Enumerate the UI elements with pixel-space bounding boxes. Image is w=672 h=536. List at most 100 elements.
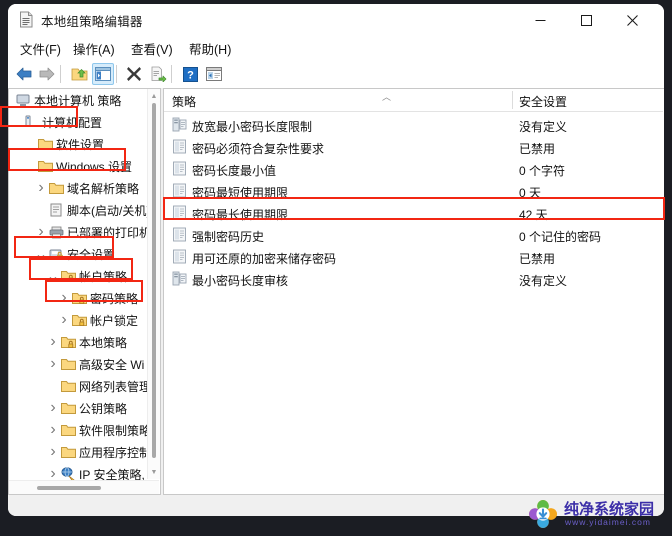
list-item[interactable]: 密码长度最小值 0 个字符 [164,158,663,180]
tree-item-label: 公钥策略 [79,401,128,416]
minimize-button[interactable] [517,4,563,36]
column-header-policy[interactable]: 策略 [172,93,196,110]
tree-twisty[interactable] [46,375,60,397]
tree-twisty[interactable]: › [57,287,71,309]
menu-file[interactable]: 文件(F) [16,39,65,57]
tree-item-deployed-printers[interactable]: › 已部署的打印机 [9,221,160,243]
list-item[interactable]: 最小密码长度审核 没有定义 [164,268,663,290]
tree-twisty[interactable] [9,111,23,133]
tree-horizontal-scrollbar[interactable] [9,480,159,494]
scroll-up-arrow[interactable]: ▲ [148,90,160,102]
policy-value: 0 天 [519,186,542,200]
tree-twisty[interactable]: › [46,353,60,375]
watermark-site-name: 纯净系统家园 [564,501,655,518]
computer-icon [23,114,39,130]
tree-item-label: 高级安全 Wi [79,357,145,372]
tree-item-account-policies[interactable]: ⌄ 帐户策略 [9,265,160,287]
policy-value: 已禁用 [519,142,556,156]
tree-twisty[interactable]: › [46,397,60,419]
close-button[interactable] [609,4,655,36]
tree-item-label: 软件限制策略 [79,423,152,438]
delete-button[interactable] [123,63,145,85]
policy-value: 已禁用 [519,252,556,266]
menu-help[interactable]: 帮助(H) [185,39,235,57]
menu-action[interactable]: 操作(A) [69,39,119,57]
tree-twisty[interactable] [9,89,15,111]
tree-twisty[interactable]: ⌄ [46,265,60,287]
tree-vertical-scrollbar[interactable]: ▲ ▼ [147,89,160,479]
policy-name: 密码最短使用期限 [192,186,289,200]
policy-tree[interactable]: 本地计算机 策略 计算机配置 软件设置 Windows 设置 › 域名解析策略 … [9,89,160,494]
tree-item-scripts[interactable]: 脚本(启动/关机) [9,199,160,221]
list-item[interactable]: 密码最短使用期限 0 天 [164,180,663,202]
tree-twisty[interactable]: › [34,221,48,243]
tree-item-software-settings[interactable]: 软件设置 [9,133,160,155]
tree-item-root[interactable]: 本地计算机 策略 [9,89,160,111]
folder-icon [37,136,53,152]
tree-item-label: 密码策略 [90,291,139,306]
tree-twisty[interactable]: › [57,309,71,331]
tree-item-advanced-security-firewall[interactable]: › 高级安全 Wi [9,353,160,375]
policy-value: 没有定义 [519,274,568,288]
tree-item-label: 计算机配置 [42,115,103,130]
tree-twisty[interactable]: › [46,441,60,463]
tree-twisty[interactable]: ⌄ [34,243,48,265]
tree-item-password-policy[interactable]: › 密码策略 [9,287,160,309]
tree-item-name-resolution-policy[interactable]: › 域名解析策略 [9,177,160,199]
menu-view[interactable]: 查看(V) [127,39,177,57]
tree-twisty[interactable]: › [34,177,48,199]
tree-item-computer-config[interactable]: 计算机配置 [9,111,160,133]
tree-item-local-policies[interactable]: › 本地策略 [9,331,160,353]
tree-twisty[interactable]: › [46,331,60,353]
gpedit-window: 本地组策略编辑器 文件(F) 操作(A) 查看(V) 帮助(H) ? 本地计算机… [8,4,664,516]
forward-button[interactable] [36,63,58,85]
tree-item-label: 安全设置 [67,247,116,262]
tree-twisty[interactable] [34,199,48,221]
tree-item-public-key-policies[interactable]: › 公钥策略 [9,397,160,419]
tree-twisty[interactable] [23,155,37,177]
policy-value: 0 个字符 [519,164,566,178]
gpedit-document-icon [18,11,34,28]
column-header-setting[interactable]: 安全设置 [519,93,567,110]
folder-lock-icon [71,312,87,328]
tree-item-software-restriction-policies[interactable]: › 软件限制策略 [9,419,160,441]
tree-item-label: 本地计算机 策略 [34,93,122,108]
scroll-down-arrow[interactable]: ▼ [148,466,160,478]
tree-item-application-control-policies[interactable]: › 应用程序控制 [9,441,160,463]
tree-vertical-scrollbar-thumb[interactable] [152,103,156,458]
watermark-site-url: www.yidaimei.com [565,517,651,527]
maximize-button[interactable] [563,4,609,36]
folder-lock-icon [60,334,76,350]
column-divider[interactable] [512,91,513,109]
export-list-button[interactable] [147,63,169,85]
folder-icon [60,444,76,460]
show-hide-tree-button[interactable] [92,63,114,85]
tree-item-windows-settings[interactable]: Windows 设置 [9,155,160,177]
back-button[interactable] [13,63,35,85]
list-item[interactable]: 密码必须符合复杂性要求 已禁用 [164,136,663,158]
tree-item-network-list-manager[interactable]: 网络列表管理 [9,375,160,397]
policy-name: 密码必须符合复杂性要求 [192,142,325,156]
policy-setting-icon [172,249,188,265]
properties-button[interactable] [203,63,225,85]
tree-twisty[interactable] [23,133,37,155]
policy-name: 放宽最小密码长度限制 [192,120,313,134]
tree-horizontal-scrollbar-thumb[interactable] [37,486,101,490]
tree-twisty[interactable]: › [46,419,60,441]
console-tree-pane: 本地计算机 策略 计算机配置 软件设置 Windows 设置 › 域名解析策略 … [8,88,161,495]
window-title: 本地组策略编辑器 [41,15,143,29]
folder-icon [60,422,76,438]
tree-item-security-settings[interactable]: ⌄ 安全设置 [9,243,160,265]
list-item[interactable]: 放宽最小密码长度限制 没有定义 [164,114,663,136]
list-item[interactable]: 密码最长使用期限 42 天 [164,202,663,224]
up-one-level-button[interactable] [68,63,90,85]
site-watermark: 纯净系统家园 www.yidaimei.com [528,496,668,532]
help-button[interactable]: ? [179,63,201,85]
tree-item-label: 帐户策略 [79,269,128,284]
tree-item-label: 网络列表管理 [79,379,152,394]
list-item[interactable]: 强制密码历史 0 个记住的密码 [164,224,663,246]
svg-text:?: ? [187,69,194,81]
folder-lock-icon [71,290,87,306]
list-item[interactable]: 用可还原的加密来储存密码 已禁用 [164,246,663,268]
tree-item-account-lockout[interactable]: › 帐户锁定 [9,309,160,331]
